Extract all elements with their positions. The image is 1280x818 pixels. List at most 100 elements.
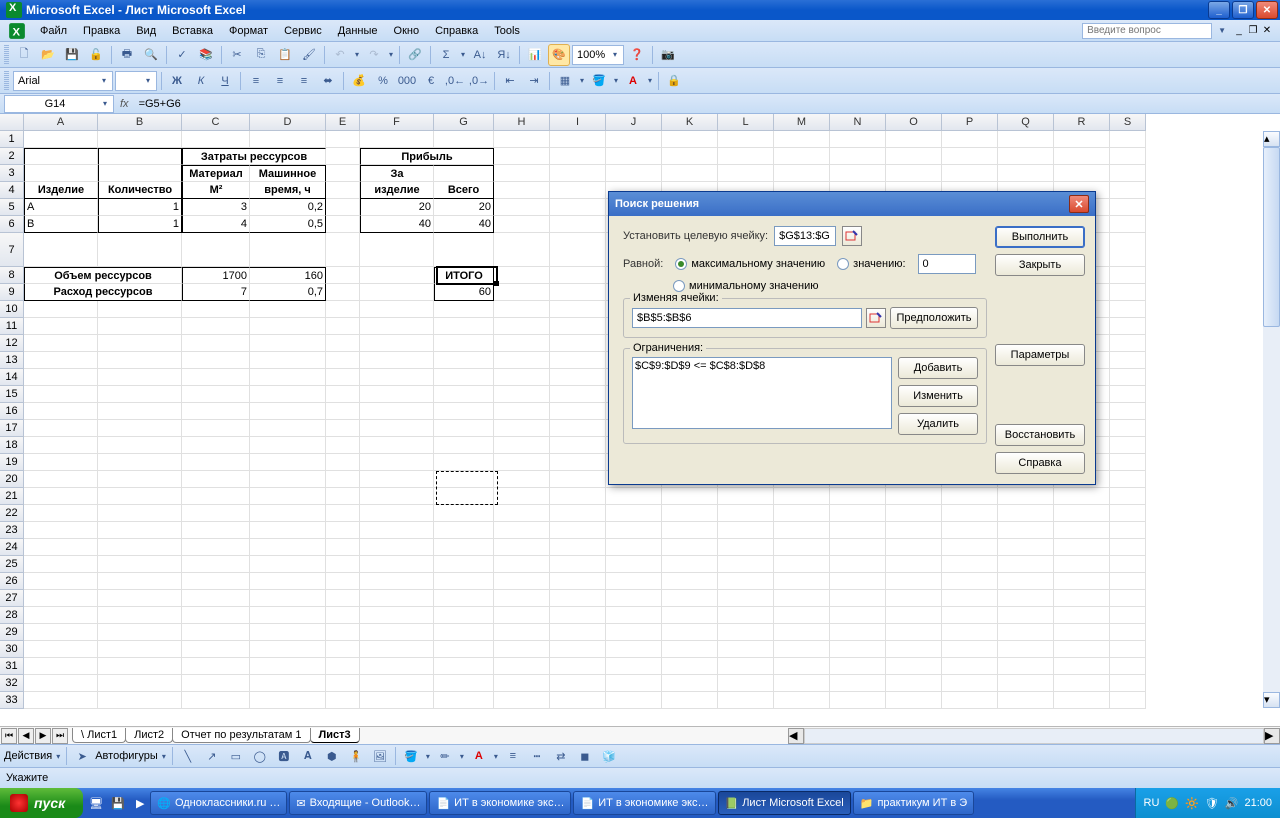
cell[interactable] (662, 692, 718, 709)
fx-icon[interactable]: fx (120, 98, 129, 110)
cell[interactable] (24, 148, 98, 165)
cell[interactable] (1054, 539, 1110, 556)
cell[interactable] (326, 199, 360, 216)
cell[interactable] (494, 165, 550, 182)
cell[interactable] (434, 352, 494, 369)
row-header[interactable]: 31 (0, 658, 24, 675)
cell[interactable] (718, 607, 774, 624)
cell[interactable] (606, 505, 662, 522)
cell[interactable] (606, 573, 662, 590)
row-header[interactable]: 30 (0, 641, 24, 658)
cell[interactable] (942, 573, 998, 590)
fill-color-icon[interactable]: 🪣 (588, 70, 610, 92)
changing-cells-input[interactable] (632, 308, 862, 328)
cell[interactable] (718, 692, 774, 709)
cell[interactable] (718, 675, 774, 692)
cell[interactable] (550, 165, 606, 182)
cell[interactable] (250, 420, 326, 437)
radio-max[interactable]: максимальному значению (675, 258, 825, 270)
cell[interactable] (24, 607, 98, 624)
cell[interactable] (774, 607, 830, 624)
cell[interactable] (1110, 539, 1146, 556)
cell[interactable] (494, 216, 550, 233)
cell[interactable] (718, 590, 774, 607)
cell[interactable] (942, 148, 998, 165)
cell[interactable] (550, 590, 606, 607)
column-header[interactable]: E (326, 114, 360, 131)
currency-icon[interactable]: 💰 (348, 70, 370, 92)
cell[interactable] (494, 301, 550, 318)
row-header[interactable]: 33 (0, 692, 24, 709)
cell[interactable] (250, 352, 326, 369)
tab-nav-first-icon[interactable]: ⏮ (1, 728, 17, 744)
guess-button[interactable]: Предположить (890, 307, 978, 329)
font-color-icon[interactable]: A (622, 70, 644, 92)
cell[interactable] (182, 522, 250, 539)
cell[interactable] (326, 505, 360, 522)
cell[interactable] (494, 403, 550, 420)
insert-picture-icon[interactable]: 🖼 (369, 745, 391, 767)
close-button[interactable]: ✕ (1256, 1, 1278, 19)
cell[interactable] (24, 233, 98, 267)
cell[interactable] (1110, 437, 1146, 454)
column-header[interactable]: C (182, 114, 250, 131)
cell[interactable] (182, 641, 250, 658)
cell[interactable] (434, 607, 494, 624)
column-header[interactable]: P (942, 114, 998, 131)
taskbar-item[interactable]: 📁практикум ИТ в Э (853, 791, 974, 815)
cell[interactable] (360, 607, 434, 624)
cell[interactable] (360, 556, 434, 573)
cell[interactable] (326, 556, 360, 573)
cell[interactable] (886, 590, 942, 607)
cell[interactable] (182, 556, 250, 573)
cell[interactable] (942, 641, 998, 658)
cell[interactable] (1054, 590, 1110, 607)
cell[interactable] (360, 233, 434, 267)
cell[interactable] (886, 556, 942, 573)
spellcheck-icon[interactable]: ✓ (171, 44, 193, 66)
cell[interactable] (550, 454, 606, 471)
chart-wizard-icon[interactable]: 📊 (524, 44, 546, 66)
ref-edit-icon[interactable] (866, 308, 886, 328)
cell[interactable] (718, 573, 774, 590)
cell[interactable] (718, 658, 774, 675)
cell[interactable] (1054, 624, 1110, 641)
column-header[interactable]: O (886, 114, 942, 131)
cell[interactable] (98, 624, 182, 641)
arrow-icon[interactable]: ↗ (201, 745, 223, 767)
cell[interactable] (326, 675, 360, 692)
cell[interactable] (98, 488, 182, 505)
cell[interactable]: Изделие (24, 182, 98, 199)
cell[interactable]: изделие (360, 182, 434, 199)
cell[interactable] (830, 641, 886, 658)
menu-tools[interactable]: Tools (486, 22, 528, 40)
cell[interactable] (250, 505, 326, 522)
cell[interactable] (1054, 692, 1110, 709)
row-header[interactable]: 23 (0, 522, 24, 539)
row-header[interactable]: 10 (0, 301, 24, 318)
cell[interactable] (494, 624, 550, 641)
cell[interactable] (250, 301, 326, 318)
cell[interactable]: 20 (434, 199, 494, 216)
cell[interactable] (550, 420, 606, 437)
cell[interactable] (1110, 318, 1146, 335)
cell[interactable] (250, 556, 326, 573)
row-header[interactable]: 26 (0, 573, 24, 590)
cell[interactable] (606, 539, 662, 556)
cell[interactable] (326, 607, 360, 624)
cell[interactable] (98, 386, 182, 403)
ql-save-icon[interactable]: 💾 (109, 793, 127, 813)
cell[interactable] (326, 267, 360, 284)
cell[interactable] (182, 573, 250, 590)
wordart-icon[interactable]: 𝐀 (297, 745, 319, 767)
cell[interactable] (24, 437, 98, 454)
cell[interactable]: Объем рессурсов (24, 267, 182, 284)
cell[interactable] (1054, 148, 1110, 165)
align-center-icon[interactable]: ≡ (269, 70, 291, 92)
cell[interactable] (250, 573, 326, 590)
cell[interactable] (886, 505, 942, 522)
cell[interactable] (998, 505, 1054, 522)
cell[interactable] (662, 488, 718, 505)
cell[interactable] (942, 488, 998, 505)
line-color-icon[interactable]: ✏ (434, 745, 456, 767)
